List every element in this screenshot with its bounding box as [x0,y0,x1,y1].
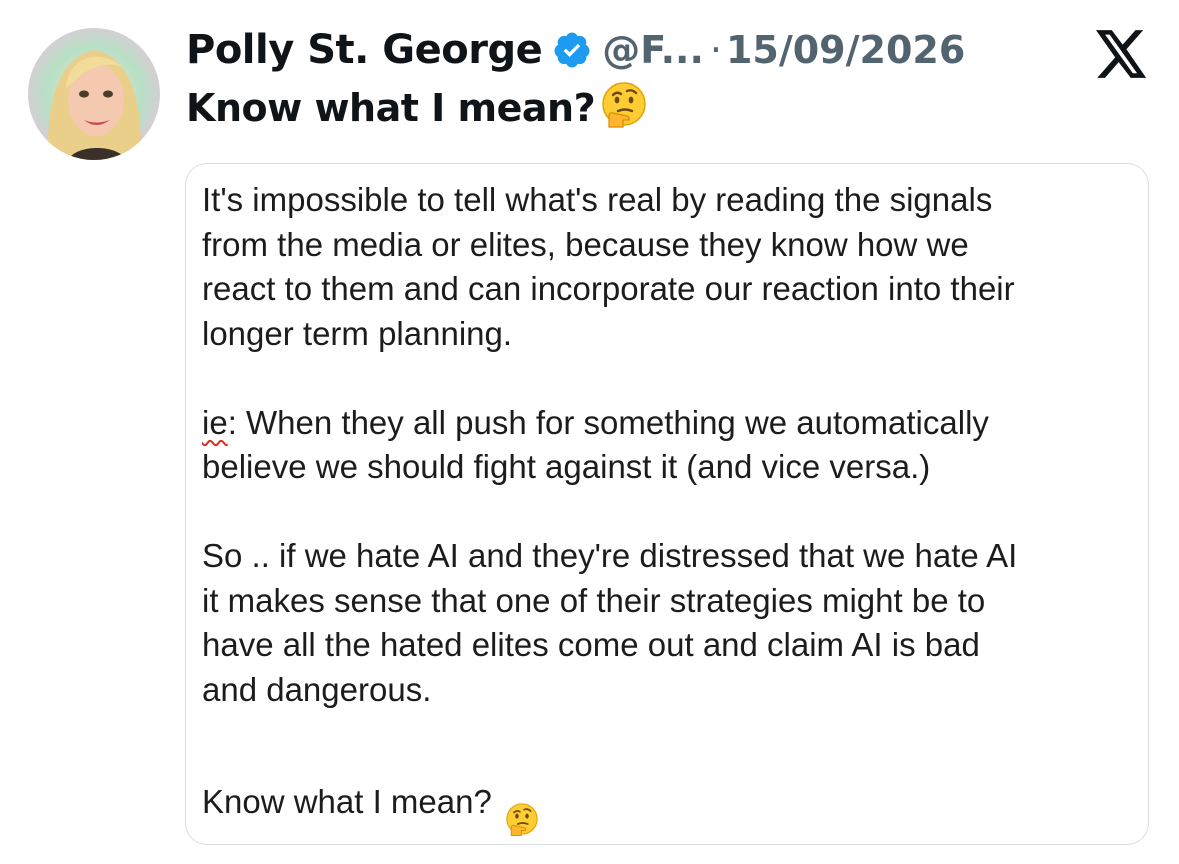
paragraph-2: ie: When they all push for something we … [202,401,1148,490]
author-name[interactable]: Polly St. George [186,27,543,73]
avatar-image [28,28,160,160]
tweet-text-content: Know what I mean? [186,86,596,130]
tweet-date[interactable]: 15/09/2026 [726,28,965,72]
thinking-face-emoji [599,79,649,138]
tweet-header: Polly St. George @F... · 15/09/2026 [186,22,965,78]
tweet-text: Know what I mean? [186,80,649,136]
author-handle[interactable]: @F... [602,28,704,72]
thinking-face-emoji [504,757,540,845]
quoted-text-card[interactable]: It's impossible to tell what's real by r… [185,163,1149,845]
x-logo-icon[interactable] [1096,30,1148,78]
avatar[interactable] [28,28,160,160]
paragraph-4-text: Know what I mean? [202,783,492,821]
paragraph-4: Know what I mean? [202,757,1148,845]
separator-dot: · [709,28,722,72]
card-body: It's impossible to tell what's real by r… [202,178,1148,845]
paragraph-2-text: : When they all push for something we au… [202,403,989,486]
paragraph-1: It's impossible to tell what's real by r… [202,181,1015,352]
spellcheck-flagged-word: ie [202,403,228,441]
paragraph-3: So .. if we hate AI and they're distress… [202,537,1018,708]
verified-badge-icon [552,30,592,70]
